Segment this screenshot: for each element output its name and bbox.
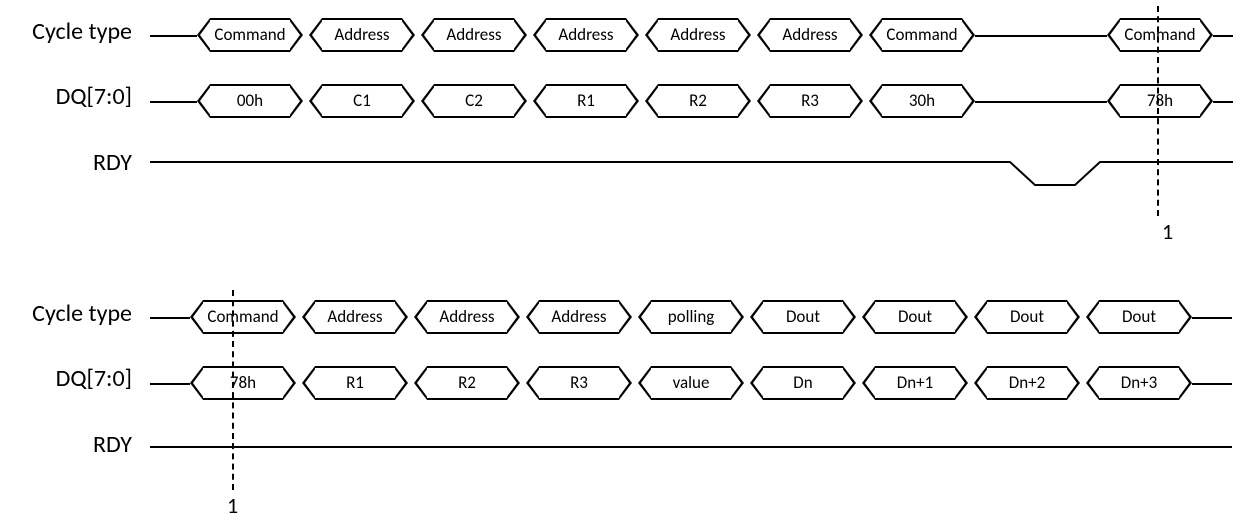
hex-text: Address bbox=[334, 24, 389, 45]
hex-cycle: Address bbox=[315, 300, 395, 334]
marker-1-label: 1 bbox=[1162, 218, 1173, 245]
hex-text: R1 bbox=[577, 90, 595, 111]
hex-dq: R2 bbox=[427, 366, 507, 400]
hex-cycle: Address bbox=[546, 18, 626, 52]
marker-1-label-2: 1 bbox=[227, 492, 238, 519]
hex-text: Dout bbox=[1010, 306, 1044, 327]
hex-cycle: Dout bbox=[987, 300, 1067, 334]
hex-cycle: Command bbox=[882, 18, 962, 52]
hex-text: Command bbox=[214, 24, 285, 45]
hex-text: R3 bbox=[801, 90, 819, 111]
hex-text: Address bbox=[446, 24, 501, 45]
row-dq-1: 00h C1 C2 R1 R2 R3 30h 78h bbox=[0, 84, 1240, 120]
hex-dq: R2 bbox=[658, 84, 738, 118]
hex-cycle: Address bbox=[658, 18, 738, 52]
hex-cycle: polling bbox=[651, 300, 731, 334]
hex-text: C2 bbox=[465, 90, 483, 111]
hex-cycle: Command bbox=[1120, 18, 1200, 52]
hex-dq: Dn+3 bbox=[1099, 366, 1179, 400]
hex-text: Dn bbox=[793, 372, 812, 393]
hex-text: Dout bbox=[898, 306, 932, 327]
hex-text: Address bbox=[782, 24, 837, 45]
hex-text: value bbox=[673, 372, 710, 393]
hex-cycle: Command bbox=[210, 18, 290, 52]
hex-dq: 78h bbox=[1120, 84, 1200, 118]
hex-text: 78h bbox=[1147, 90, 1173, 111]
timing-diagram: Cycle type DQ[7:0] RDY Command Address A… bbox=[0, 0, 1240, 531]
row-rdy-2 bbox=[0, 430, 1240, 470]
row-cycle-type-2: Command Address Address Address polling … bbox=[0, 300, 1240, 336]
row-dq-2: 78h R1 R2 R3 value Dn Dn+1 Dn+2 Dn+3 bbox=[0, 366, 1240, 402]
hex-dq: value bbox=[651, 366, 731, 400]
hex-text: polling bbox=[668, 306, 715, 327]
hex-cycle: Address bbox=[434, 18, 514, 52]
hex-dq: R1 bbox=[315, 366, 395, 400]
hex-cycle: Address bbox=[770, 18, 850, 52]
hex-dq: 00h bbox=[210, 84, 290, 118]
hex-dq: C2 bbox=[434, 84, 514, 118]
hex-text: R1 bbox=[346, 372, 364, 393]
hex-dq: C1 bbox=[322, 84, 402, 118]
hex-text: 00h bbox=[237, 90, 263, 111]
hex-cycle: Address bbox=[322, 18, 402, 52]
hex-cycle: Address bbox=[427, 300, 507, 334]
hex-text: Address bbox=[551, 306, 606, 327]
hex-text: Dout bbox=[786, 306, 820, 327]
hex-text: Dn+2 bbox=[1009, 372, 1045, 393]
hex-dq: R1 bbox=[546, 84, 626, 118]
hex-text: R2 bbox=[689, 90, 707, 111]
hex-text: Command bbox=[207, 306, 278, 327]
hex-text: Address bbox=[670, 24, 725, 45]
hex-text: C1 bbox=[353, 90, 371, 111]
marker-1-line bbox=[1157, 6, 1159, 216]
hex-text: Command bbox=[1124, 24, 1195, 45]
hex-text: R2 bbox=[458, 372, 476, 393]
row-cycle-type-1: Command Address Address Address Address … bbox=[0, 18, 1240, 54]
hex-text: 30h bbox=[909, 90, 935, 111]
marker-1-line-2 bbox=[232, 290, 234, 490]
hex-cycle: Dout bbox=[875, 300, 955, 334]
hex-dq: Dn+2 bbox=[987, 366, 1067, 400]
hex-cycle: Dout bbox=[763, 300, 843, 334]
row-rdy-1 bbox=[0, 145, 1240, 205]
hex-cycle: Dout bbox=[1099, 300, 1179, 334]
hex-dq: Dn+1 bbox=[875, 366, 955, 400]
hex-text: Dn+1 bbox=[897, 372, 933, 393]
hex-text: Dout bbox=[1122, 306, 1156, 327]
hex-text: R3 bbox=[570, 372, 588, 393]
hex-cycle: Command bbox=[203, 300, 283, 334]
hex-dq: 30h bbox=[882, 84, 962, 118]
hex-cycle: Address bbox=[539, 300, 619, 334]
hex-text: Address bbox=[327, 306, 382, 327]
hex-dq: R3 bbox=[770, 84, 850, 118]
hex-dq: Dn bbox=[763, 366, 843, 400]
hex-dq: 78h bbox=[203, 366, 283, 400]
hex-text: Address bbox=[439, 306, 494, 327]
hex-text: Address bbox=[558, 24, 613, 45]
hex-dq: R3 bbox=[539, 366, 619, 400]
hex-text: Dn+3 bbox=[1121, 372, 1157, 393]
hex-text: Command bbox=[886, 24, 957, 45]
